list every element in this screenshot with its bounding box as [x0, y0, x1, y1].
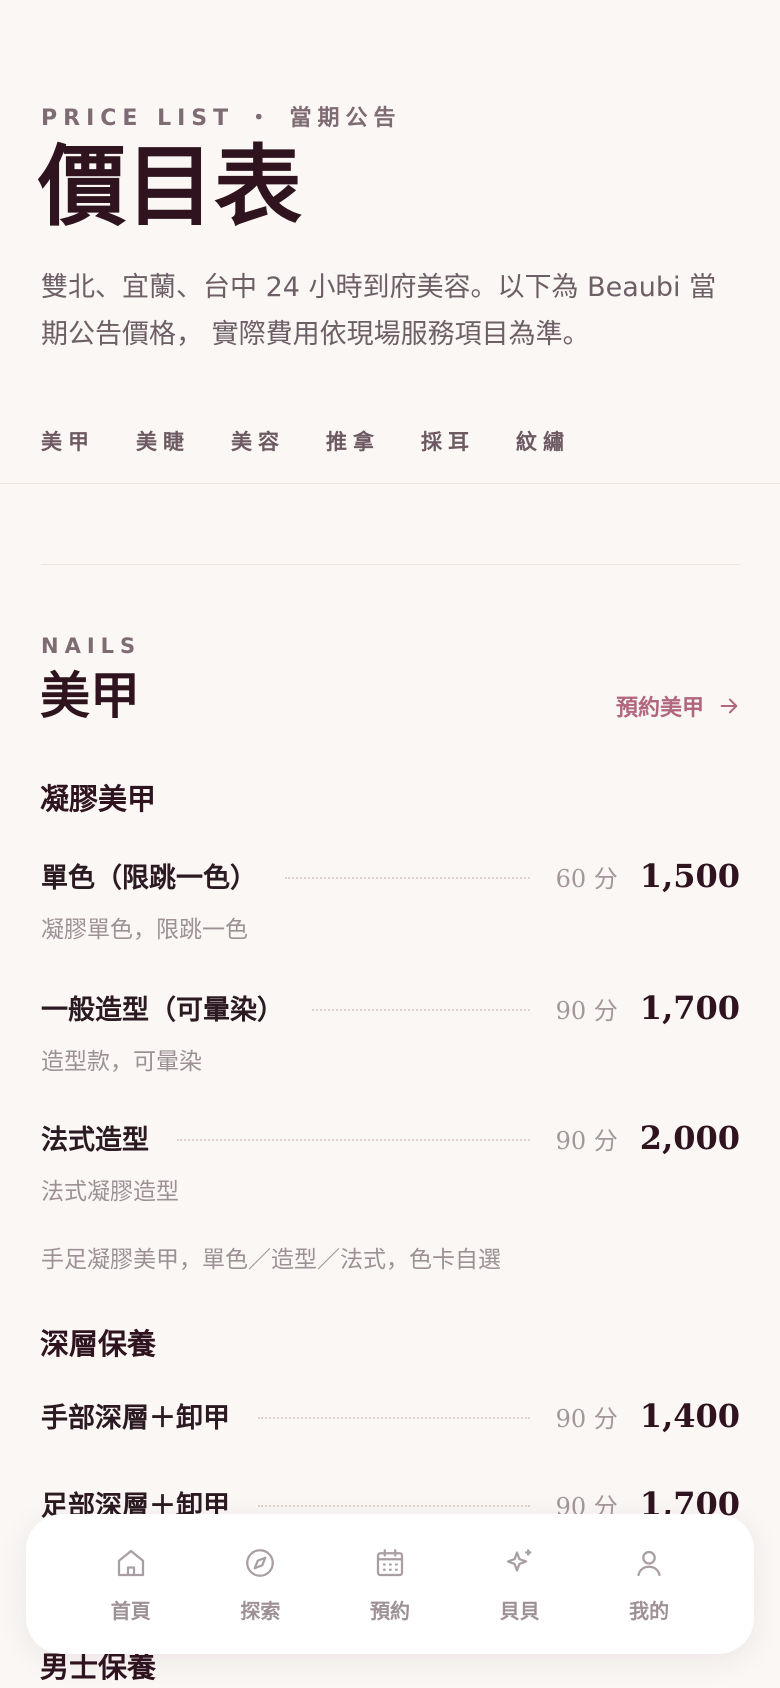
- dotted-leader: [285, 877, 530, 879]
- sparkle-icon: [506, 1549, 531, 1572]
- item-duration: 90 分: [555, 997, 618, 1025]
- item-name: 單色（限跳一色）: [41, 863, 257, 894]
- tab-booking[interactable]: 預約: [340, 1545, 440, 1624]
- item-description: 法式凝膠造型: [41, 1179, 179, 1205]
- page-intro: 雙北、宜蘭、台中 24 小時到府美容。以下為 Beaubi 當期公告價格， 實際…: [41, 272, 717, 350]
- tab-label: 首頁: [110, 1598, 151, 1623]
- calendar-icon: [376, 1548, 404, 1576]
- category-tab-lashes[interactable]: 美睫: [136, 426, 231, 456]
- tab-explore[interactable]: 探索: [210, 1545, 310, 1624]
- page-title: 價目表: [38, 134, 303, 238]
- tab-beibei[interactable]: 貝貝: [470, 1545, 570, 1624]
- group-title-deep-care: 深層保養: [40, 1327, 157, 1361]
- item-name: 手部深層＋卸甲: [41, 1403, 230, 1434]
- group-title-gel-nails: 凝膠美甲: [40, 782, 157, 816]
- item-description: 凝膠單色，限跳一色: [41, 917, 248, 943]
- category-tab-ear-cleaning[interactable]: 採耳: [421, 426, 516, 456]
- category-tab-nails[interactable]: 美甲: [41, 426, 136, 456]
- section-eyebrow: NAILS: [41, 634, 142, 658]
- item-price: 1,400: [639, 1397, 740, 1435]
- category-tab-massage[interactable]: 推拿: [326, 426, 421, 456]
- dotted-leader: [258, 1417, 530, 1419]
- item-description: 造型款，可暈染: [41, 1049, 202, 1075]
- dotted-leader: [177, 1139, 530, 1141]
- book-nails-link[interactable]: 預約美甲: [616, 690, 740, 722]
- item-price: 2,000: [639, 1119, 740, 1157]
- tab-label: 探索: [240, 1598, 281, 1623]
- book-nails-label: 預約美甲: [615, 696, 704, 721]
- tab-home[interactable]: 首頁: [81, 1545, 181, 1624]
- bottom-tab-bar: 首頁 探索 預約 貝貝 我的: [26, 1514, 754, 1654]
- section-divider: [41, 564, 740, 565]
- tab-label: 我的: [629, 1598, 670, 1623]
- tab-label: 預約: [369, 1598, 410, 1623]
- item-name: 法式造型: [41, 1125, 149, 1156]
- tabs-divider: [0, 483, 780, 484]
- item-name: 一般造型（可暈染）: [41, 995, 284, 1026]
- compass-icon: [246, 1548, 275, 1577]
- item-price: 1,500: [639, 857, 740, 895]
- category-tabs: 美甲 美睫 美容 推拿 採耳 紋繡: [41, 426, 611, 456]
- price-item[interactable]: 手部深層＋卸甲 90 分 1,400: [41, 1396, 740, 1436]
- item-price: 1,700: [639, 989, 740, 1027]
- item-duration: 60 分: [555, 865, 618, 893]
- price-list-page: PRICE LIST ・ 當期公告 價目表 雙北、宜蘭、台中 24 小時到府美容…: [0, 0, 780, 1688]
- dotted-leader: [258, 1505, 530, 1507]
- category-tab-embroidery[interactable]: 紋繡: [516, 426, 611, 456]
- home-icon: [117, 1549, 144, 1576]
- dotted-leader: [312, 1009, 530, 1011]
- tab-profile[interactable]: 我的: [599, 1545, 699, 1624]
- group-note: 手足凝膠美甲，單色／造型／法式，色卡自選: [41, 1247, 501, 1273]
- item-duration: 90 分: [555, 1405, 618, 1433]
- item-duration: 90 分: [555, 1127, 618, 1155]
- tab-label: 貝貝: [499, 1598, 540, 1623]
- price-item[interactable]: 法式造型 90 分 2,000: [41, 1118, 740, 1158]
- user-icon: [637, 1550, 661, 1576]
- arrow-right-icon: [720, 698, 738, 714]
- section-title: 美甲: [40, 666, 140, 725]
- price-item[interactable]: 一般造型（可暈染） 90 分 1,700: [41, 988, 740, 1028]
- page-eyebrow: PRICE LIST ・ 當期公告: [41, 106, 402, 131]
- price-item[interactable]: 單色（限跳一色） 60 分 1,500: [41, 856, 740, 896]
- category-tab-facial[interactable]: 美容: [231, 426, 326, 456]
